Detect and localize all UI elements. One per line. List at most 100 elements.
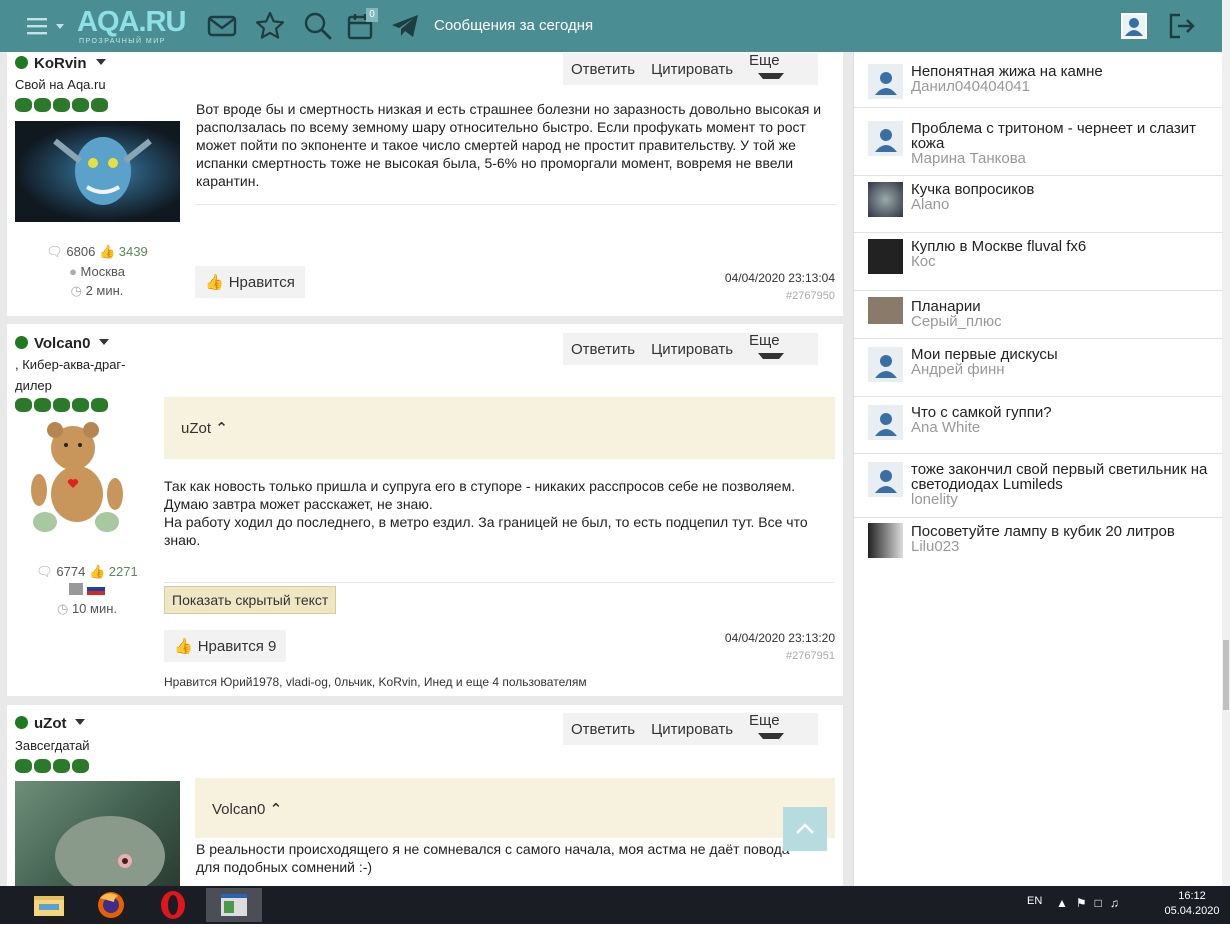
topic-author[interactable]: Кос	[911, 254, 936, 269]
last-seen: 10 мин.	[71, 601, 118, 616]
sidebar-item[interactable]: Посоветуйте лампу в кубик 20 литров Lilu…	[854, 518, 1223, 566]
post-username[interactable]: Volcan0	[15, 335, 110, 352]
message-count: 6774	[56, 564, 86, 579]
more-button[interactable]: Еще	[741, 52, 818, 86]
user-avatar[interactable]	[15, 781, 180, 886]
post-actions: Ответить Цитировать Еще	[563, 332, 818, 366]
topic-title[interactable]: Планарии	[911, 299, 1216, 314]
topic-author[interactable]: lonelity	[911, 492, 958, 507]
user-stats: 🗨 6806 👍 3439 ● Москва ◷ 2 мин.	[17, 244, 177, 299]
more-button[interactable]: Еще	[741, 332, 818, 366]
topic-author[interactable]: Андрей финн	[911, 362, 1005, 377]
sidebar-item[interactable]: Непонятная жижа на камне Данил040404041	[854, 52, 1223, 108]
calendar-badge: 0	[366, 8, 378, 22]
user-avatar	[868, 182, 903, 217]
thumbs-up-icon: 👍	[205, 274, 224, 291]
top-header: AQA.RU ПРОЗРАЧНЫЙ МИР 0 Сообщения за сег…	[0, 0, 1222, 52]
menu-icon[interactable]	[24, 10, 70, 42]
opera-icon[interactable]	[154, 888, 192, 922]
like-button[interactable]: 👍 Нравится	[195, 266, 305, 298]
sidebar-item[interactable]: Проблема с тритоном - чернеет и слазит к…	[854, 108, 1223, 176]
post-id[interactable]: #2767950	[635, 290, 835, 302]
firefox-icon[interactable]	[92, 888, 130, 922]
quote-button[interactable]: Цитировать	[643, 721, 741, 738]
last-seen: 2 мин.	[85, 283, 124, 298]
sidebar-item[interactable]: тоже закончил свой первый светильник на …	[854, 454, 1223, 518]
thumbs-up-icon: 👍	[98, 244, 116, 259]
topic-author[interactable]: Ana White	[911, 420, 980, 435]
flag-icon	[69, 583, 84, 595]
mail-icon[interactable]	[206, 10, 238, 42]
quote-author[interactable]: uZot ⌃	[181, 419, 228, 437]
quote-button[interactable]: Цитировать	[643, 61, 741, 78]
post-username[interactable]: KoRvin	[15, 55, 106, 72]
post-volcan0: Volcan0 , Кибер-аква-драг-дилер 🗨 6774 👍…	[7, 324, 843, 696]
avatar-icon[interactable]	[1118, 10, 1150, 42]
sidebar-item[interactable]: Куплю в Москве fluval fx6 Кос	[854, 233, 1223, 291]
default-avatar-icon	[868, 121, 903, 156]
sidebar-item[interactable]: Мои первые дискусы Андрей финн	[854, 339, 1223, 397]
default-avatar-icon	[868, 462, 903, 497]
reply-button[interactable]: Ответить	[563, 61, 643, 78]
post-actions: Ответить Цитировать Еще	[563, 712, 818, 746]
likers-list[interactable]: Нравится Юрий1978, vladi-og, 0льчик, KoR…	[164, 675, 587, 689]
location-icon: ●	[69, 264, 77, 279]
messages-icon: 🗨	[36, 564, 53, 579]
user-city: Москва	[80, 264, 125, 279]
user-status: Завсегдатай	[15, 738, 90, 753]
user-stats: 🗨 6774 👍 2271 ◷ 10 мин.	[7, 564, 167, 617]
scroll-to-top-button[interactable]	[783, 807, 827, 851]
topic-title[interactable]: Мои первые дискусы	[911, 347, 1216, 362]
post-actions: Ответить Цитировать Еще	[563, 52, 818, 86]
rank-fish-icons	[15, 759, 91, 775]
system-clock[interactable]: 16:12 05.04.2020	[1162, 889, 1222, 919]
topic-author[interactable]: Alano	[911, 197, 949, 212]
user-status: Свой на Aqa.ru	[15, 77, 106, 92]
topic-author[interactable]: Данил040404041	[911, 79, 1030, 94]
topic-author[interactable]: Lilu023	[911, 539, 959, 554]
file-explorer-icon[interactable]	[30, 888, 68, 922]
more-button[interactable]: Еще	[741, 712, 818, 746]
reply-button[interactable]: Ответить	[563, 721, 643, 738]
sidebar-item[interactable]: Планарии Серый_плюс	[854, 291, 1223, 339]
sidebar-item[interactable]: Кучка вопросиков Alano	[854, 176, 1223, 233]
sidebar-item[interactable]: Что с самкой гуппи? Ana White	[854, 397, 1223, 454]
post-date: 04/04/2020 23:13:20	[724, 631, 835, 645]
topic-author[interactable]: Серый_плюс	[911, 314, 1002, 329]
star-icon[interactable]	[254, 10, 286, 42]
tray-icons[interactable]: ▲⚑□♫	[1056, 896, 1127, 910]
topic-title[interactable]: Куплю в Москве fluval fx6	[911, 239, 1216, 254]
topic-title[interactable]: Проблема с тритоном - чернеет и слазит к…	[911, 121, 1216, 151]
page-scrollbar[interactable]	[1222, 0, 1230, 886]
post-uzot: uZot Завсегдатай Ответить Цитировать Еще…	[7, 705, 843, 886]
telegram-icon[interactable]	[389, 10, 421, 42]
like-button[interactable]: 👍 Нравится 9	[164, 630, 287, 662]
site-logo[interactable]: AQA.RU ПРОЗРАЧНЫЙ МИР	[77, 6, 187, 46]
topic-author[interactable]: Марина Танкова	[911, 151, 1026, 166]
messages-icon: 🗨	[46, 244, 63, 259]
user-avatar[interactable]	[15, 121, 180, 222]
thumbs-up-icon: 👍	[174, 638, 193, 655]
topic-title[interactable]: Что с самкой гуппи?	[911, 405, 1216, 420]
reply-button[interactable]: Ответить	[563, 341, 643, 358]
topic-title[interactable]: Посоветуйте лампу в кубик 20 литров	[911, 524, 1216, 539]
post-text: В реальности происходящего я не сомневал…	[196, 841, 790, 875]
quote-button[interactable]: Цитировать	[643, 341, 741, 358]
topic-title[interactable]: Кучка вопросиков	[911, 182, 1216, 197]
topic-title[interactable]: тоже закончил свой первый светильник на …	[911, 462, 1216, 492]
post-korvin: KoRvin Свой на Aqa.ru 🗨 6806 👍 3439 ● Мо…	[7, 52, 843, 316]
page-title[interactable]: Сообщения за сегодня	[434, 17, 593, 34]
language-indicator[interactable]: EN	[1027, 895, 1042, 907]
search-icon[interactable]	[302, 10, 334, 42]
topic-title[interactable]: Непонятная жижа на камне	[911, 64, 1216, 79]
logout-icon[interactable]	[1166, 10, 1198, 42]
user-avatar[interactable]	[15, 418, 135, 542]
post-id[interactable]: #2767951	[635, 650, 835, 662]
chevron-up-icon[interactable]: ⌃	[215, 420, 228, 437]
quote-author[interactable]: Volcan0 ⌃	[212, 800, 282, 818]
show-hidden-text-button[interactable]: Показать скрытый текст	[164, 586, 337, 614]
chevron-up-icon[interactable]: ⌃	[270, 801, 283, 818]
posts-feed: KoRvin Свой на Aqa.ru 🗨 6806 👍 3439 ● Мо…	[0, 52, 853, 886]
post-username[interactable]: uZot	[15, 715, 86, 732]
active-window-button[interactable]	[206, 888, 262, 922]
